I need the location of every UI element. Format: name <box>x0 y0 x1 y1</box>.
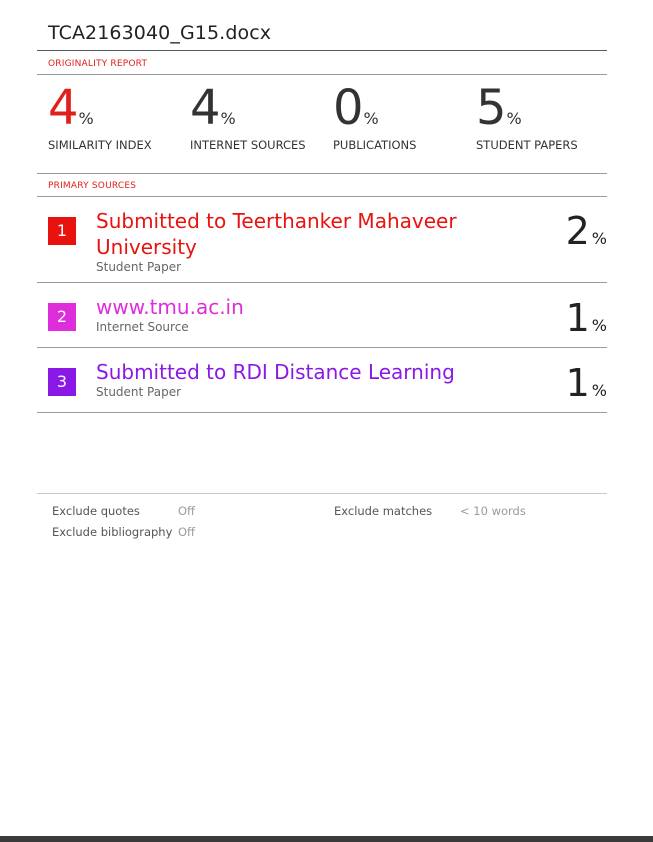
exclude-bibliography-label: Exclude bibliography <box>52 525 173 539</box>
stat-label: PUBLICATIONS <box>333 138 417 152</box>
stat-sign: % <box>78 109 94 128</box>
exclude-bibliography-value: Off <box>178 525 195 539</box>
source-rank-badge: 3 <box>48 368 76 396</box>
source-type: Student Paper <box>96 260 182 274</box>
stat-label: SIMILARITY INDEX <box>48 138 152 152</box>
originality-report-label: ORIGINALITY REPORT <box>48 59 148 69</box>
source-percent-value: 2 <box>565 209 590 253</box>
source-rank-badge: 1 <box>48 217 76 245</box>
source-percent: 1% <box>566 363 607 403</box>
exclude-quotes-value: Off <box>178 504 195 518</box>
source-divider-3 <box>37 412 607 413</box>
source-title-link[interactable]: Submitted to RDI Distance Learning <box>96 359 476 385</box>
exclude-matches-value: < 10 words <box>460 504 526 518</box>
stat-value: 4 <box>48 80 79 136</box>
source-row-3: 3 Submitted to RDI Distance Learning Stu… <box>37 348 607 412</box>
source-percent-value: 1 <box>565 361 590 405</box>
source-percent-value: 1 <box>565 296 590 340</box>
title-divider <box>37 50 607 51</box>
stat-value: 4 <box>190 80 221 136</box>
stat-value: 0 <box>333 80 364 136</box>
exclude-matches-label: Exclude matches <box>334 504 433 518</box>
bottom-bar <box>0 836 653 842</box>
stat-label: INTERNET SOURCES <box>190 138 306 152</box>
source-title-link[interactable]: Submitted to Teerthanker Mahaveer Univer… <box>96 208 476 260</box>
source-type: Internet Source <box>96 320 189 334</box>
source-percent: 1% <box>566 298 607 338</box>
stat-sign: % <box>363 109 379 128</box>
originality-divider <box>37 74 607 75</box>
stat-sign: % <box>506 109 522 128</box>
stat-sign: % <box>220 109 236 128</box>
options-divider <box>37 493 607 494</box>
exclude-quotes-label: Exclude quotes <box>52 504 140 518</box>
source-type: Student Paper <box>96 385 182 399</box>
source-title-link[interactable]: www.tmu.ac.in <box>96 294 476 320</box>
primary-sources-label: PRIMARY SOURCES <box>48 181 137 191</box>
source-percent-sign: % <box>591 229 607 248</box>
stat-student-papers: 5% STUDENT PAPERS <box>476 84 578 152</box>
stat-internet-sources: 4% INTERNET SOURCES <box>190 84 306 152</box>
source-percent-sign: % <box>591 316 607 335</box>
stat-label: STUDENT PAPERS <box>476 138 578 152</box>
source-percent: 2% <box>566 211 607 251</box>
stats-divider <box>37 173 607 174</box>
source-row-2: 2 www.tmu.ac.in Internet Source 1% <box>37 283 607 347</box>
source-row-1: 1 Submitted to Teerthanker Mahaveer Univ… <box>37 197 607 282</box>
source-rank-badge: 2 <box>48 303 76 331</box>
document-title: TCA2163040_G15.docx <box>48 22 272 44</box>
source-percent-sign: % <box>591 381 607 400</box>
stat-value: 5 <box>476 80 507 136</box>
stat-publications: 0% PUBLICATIONS <box>333 84 416 152</box>
stat-similarity-index: 4% SIMILARITY INDEX <box>48 84 152 152</box>
